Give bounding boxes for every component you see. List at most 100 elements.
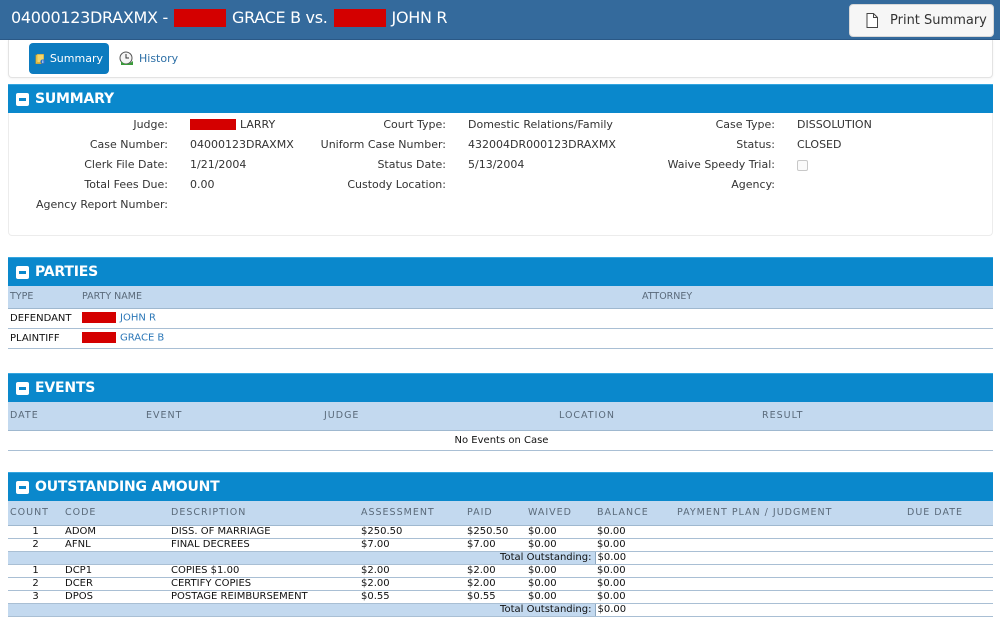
- court-type-value: Domestic Relations/Family: [468, 118, 613, 131]
- redacted-party-surname: [82, 332, 116, 344]
- outstanding-amount-panel: OUTSTANDING AMOUNT COUNT CODE DESCRIPTIO…: [8, 472, 993, 617]
- fee-assessment: $2.00: [359, 564, 465, 578]
- fee-assessment: $250.50: [359, 525, 465, 539]
- case-number-label: Case Number:: [89, 138, 168, 151]
- custody-location-label: Custody Location:: [347, 178, 446, 191]
- party-attorney: [640, 308, 993, 329]
- fee-payment-plan: [675, 538, 905, 552]
- col-description: DESCRIPTION: [169, 501, 359, 526]
- redacted-defendant-surname: [333, 8, 386, 27]
- party-attorney: [640, 328, 993, 349]
- waive-speedy-trial-checkbox[interactable]: [797, 160, 808, 171]
- fee-count: 1: [8, 525, 63, 539]
- status-value: CLOSED: [797, 138, 842, 151]
- col-attorney: ATTORNEY: [640, 286, 993, 309]
- status-date-label: Status Date:: [377, 158, 446, 171]
- agency-report-number-label: Agency Report Number:: [36, 198, 168, 211]
- fee-paid: $250.50: [465, 525, 526, 539]
- outstanding-panel-header[interactable]: OUTSTANDING AMOUNT: [8, 472, 993, 501]
- collapse-icon[interactable]: [16, 92, 29, 106]
- col-payment-plan: PAYMENT PLAN / JUDGMENT: [675, 501, 905, 526]
- parties-panel-header[interactable]: PARTIES: [8, 257, 993, 286]
- status-date-value: 5/13/2004: [468, 158, 525, 171]
- fee-count: 1: [8, 564, 63, 578]
- fee-description: POSTAGE REIMBURSEMENT: [169, 590, 359, 604]
- fee-row: 2 DCER CERTIFY COPIES $2.00 $2.00 $0.00 …: [8, 577, 993, 591]
- fee-row: 1 DCP1 COPIES $1.00 $2.00 $2.00 $0.00 $0…: [8, 564, 993, 578]
- total-fees-due-label: Total Fees Due:: [84, 178, 168, 191]
- status-label: Status:: [736, 138, 775, 151]
- waive-speedy-trial-value: [797, 160, 808, 171]
- fee-assessment: $2.00: [359, 577, 465, 591]
- waive-speedy-trial-label: Waive Speedy Trial:: [667, 158, 775, 171]
- col-waived: WAIVED: [526, 501, 595, 526]
- fee-assessment: $0.55: [359, 590, 465, 604]
- col-event: EVENT: [144, 402, 322, 431]
- fee-code: AFNL: [63, 538, 169, 552]
- col-party-name: PARTY NAME: [80, 286, 640, 309]
- party-name-link[interactable]: GRACE B: [120, 333, 164, 344]
- events-empty-row: No Events on Case: [8, 430, 993, 451]
- total-outstanding-label: Total Outstanding:: [8, 603, 595, 617]
- events-panel-header[interactable]: EVENTS: [8, 373, 993, 402]
- fee-row: 3 DPOS POSTAGE REIMBURSEMENT $0.55 $0.55…: [8, 590, 993, 604]
- fee-code: DCER: [63, 577, 169, 591]
- fee-balance: $0.00: [595, 525, 675, 539]
- case-title: 04000123DRAXMX - GRACE B vs. JOHN R: [11, 8, 448, 27]
- fee-balance: $0.00: [595, 564, 675, 578]
- collapse-icon[interactable]: [16, 381, 29, 395]
- tab-summary[interactable]: Summary: [29, 43, 109, 74]
- outstanding-title: OUTSTANDING AMOUNT: [35, 479, 220, 495]
- uniform-case-number-value: 432004DR000123DRAXMX: [468, 138, 616, 151]
- collapse-icon[interactable]: [16, 480, 29, 494]
- total-outstanding-value: $0.00: [594, 603, 675, 617]
- fee-description: CERTIFY COPIES: [169, 577, 359, 591]
- events-title: EVENTS: [35, 380, 96, 396]
- fee-waived: $0.00: [526, 564, 595, 578]
- print-summary-button[interactable]: Print Summary: [849, 4, 994, 37]
- fee-balance: $0.00: [595, 538, 675, 552]
- tab-history[interactable]: History: [113, 43, 184, 74]
- fee-balance: $0.00: [595, 577, 675, 591]
- col-paid: PAID: [465, 501, 526, 526]
- parties-table: TYPE PARTY NAME ATTORNEY DEFENDANT JOHN …: [8, 286, 993, 349]
- print-summary-label: Print Summary: [890, 13, 987, 28]
- events-panel: EVENTS DATE EVENT JUDGE LOCATION RESULT …: [8, 373, 993, 451]
- fee-count: 2: [8, 577, 63, 591]
- fee-due-date: [905, 538, 993, 552]
- redacted-judge-surname: [190, 119, 236, 130]
- collapse-icon[interactable]: [16, 265, 29, 279]
- redacted-party-surname: [82, 312, 116, 324]
- tab-bar: Summary History: [8, 40, 993, 78]
- col-code: CODE: [63, 501, 169, 526]
- fee-due-date: [905, 564, 993, 578]
- clerk-file-date-value: 1/21/2004: [190, 158, 247, 171]
- subtotal-blank: [675, 551, 905, 565]
- defendant-name: JOHN R: [391, 8, 448, 27]
- summary-title: SUMMARY: [35, 91, 114, 107]
- col-due-date: DUE DATE: [905, 501, 993, 526]
- summary-panel-header[interactable]: SUMMARY: [8, 84, 993, 113]
- fee-code: DPOS: [63, 590, 169, 604]
- col-assessment: ASSESSMENT: [359, 501, 465, 526]
- fee-payment-plan: [675, 590, 905, 604]
- col-type: TYPE: [8, 286, 80, 309]
- fee-paid: $2.00: [465, 577, 526, 591]
- party-type: DEFENDANT: [8, 308, 80, 329]
- parties-panel: PARTIES TYPE PARTY NAME ATTORNEY DEFENDA…: [8, 257, 993, 349]
- party-name-cell: GRACE B: [80, 328, 640, 349]
- fee-count: 2: [8, 538, 63, 552]
- party-row: DEFENDANT JOHN R: [8, 308, 993, 329]
- judge-value: LARRY: [190, 118, 275, 131]
- fee-waived: $0.00: [526, 525, 595, 539]
- party-name-link[interactable]: JOHN R: [120, 313, 156, 324]
- fee-due-date: [905, 590, 993, 604]
- fee-row: 2 AFNL FINAL DECREES $7.00 $7.00 $0.00 $…: [8, 538, 993, 552]
- fee-payment-plan: [675, 577, 905, 591]
- fee-count: 3: [8, 590, 63, 604]
- fee-row: 1 ADOM DISS. OF MARRIAGE $250.50 $250.50…: [8, 525, 993, 539]
- col-balance: BALANCE: [595, 501, 675, 526]
- fee-waived: $0.00: [526, 538, 595, 552]
- fee-description: COPIES $1.00: [169, 564, 359, 578]
- tab-history-label: History: [139, 52, 179, 65]
